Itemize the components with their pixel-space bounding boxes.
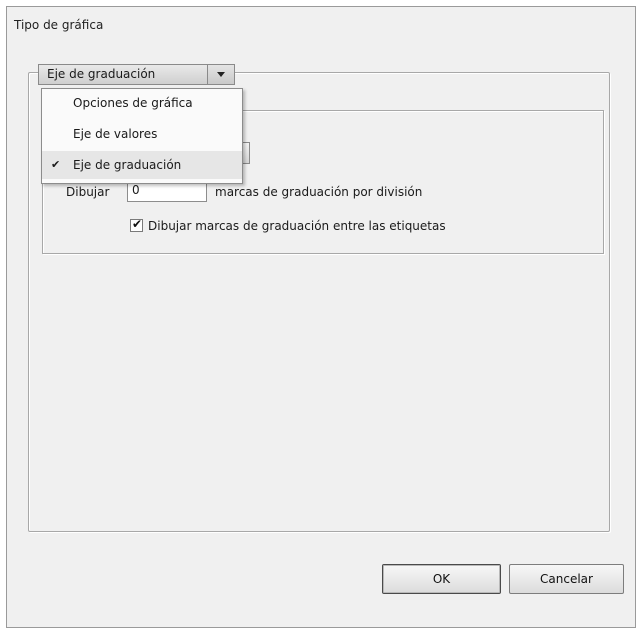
tick-count-suffix: marcas de graduación por división bbox=[215, 185, 423, 199]
dialog-title: Tipo de gráfica bbox=[14, 18, 104, 32]
chevron-down-icon bbox=[217, 72, 225, 77]
section-dropdown-value: Eje de graduación bbox=[47, 67, 156, 81]
menu-item-label: Opciones de gráfica bbox=[73, 96, 193, 110]
menu-item-value-axis[interactable]: Eje de valores bbox=[42, 120, 242, 148]
ok-button[interactable]: OK bbox=[382, 564, 501, 594]
section-dropdown-button[interactable] bbox=[207, 65, 234, 84]
between-labels-label[interactable]: Dibujar marcas de graduación entre las e… bbox=[148, 219, 446, 233]
menu-item-label: Eje de graduación bbox=[73, 158, 182, 172]
section-dropdown-menu: Opciones de gráfica Eje de valores ✔ Eje… bbox=[41, 88, 243, 184]
draw-label: Dibujar bbox=[66, 185, 110, 199]
between-labels-checkbox[interactable]: ✔ bbox=[130, 217, 143, 232]
menu-item-category-axis[interactable]: ✔ Eje de graduación bbox=[42, 151, 242, 179]
menu-item-label: Eje de valores bbox=[73, 127, 158, 141]
checkmark-icon: ✔ bbox=[132, 217, 143, 231]
menu-item-chart-options[interactable]: Opciones de gráfica bbox=[42, 89, 242, 117]
checkmark-icon: ✔ bbox=[51, 158, 61, 171]
cancel-button[interactable]: Cancelar bbox=[509, 564, 624, 594]
section-dropdown[interactable]: Eje de graduación bbox=[38, 64, 235, 85]
